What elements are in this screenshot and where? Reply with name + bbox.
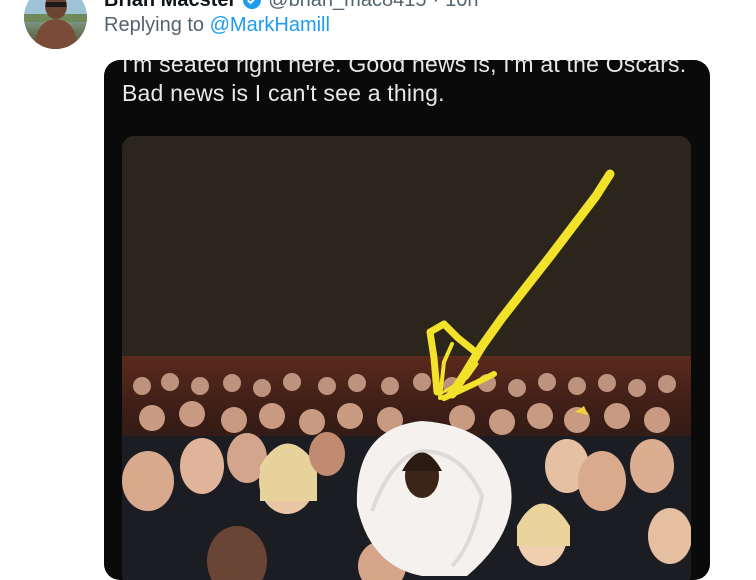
verified-badge-icon (242, 0, 262, 10)
crowd-illustration (122, 169, 691, 580)
oscars-photo[interactable] (122, 136, 691, 580)
avatar-image (24, 0, 87, 49)
author-handle[interactable]: @brian_mac8415 (268, 0, 426, 12)
author-name[interactable]: Brian Macster (104, 0, 236, 12)
reply-context: Replying to @MarkHamill (104, 14, 330, 37)
reply-prefix: Replying to (104, 14, 210, 36)
separator-dot: · (432, 0, 439, 12)
tweet-header: Brian Macster @brian_mac8415 · 10h (104, 0, 479, 12)
quoted-tweet-text: I'm seated right here. Good news is, I'm… (122, 60, 687, 106)
avatar[interactable] (24, 0, 87, 49)
reply-mention-link[interactable]: @MarkHamill (210, 14, 330, 36)
timestamp[interactable]: 10h (445, 0, 478, 12)
quoted-tweet-card[interactable]: I'm seated right here. Good news is, I'm… (104, 60, 710, 580)
